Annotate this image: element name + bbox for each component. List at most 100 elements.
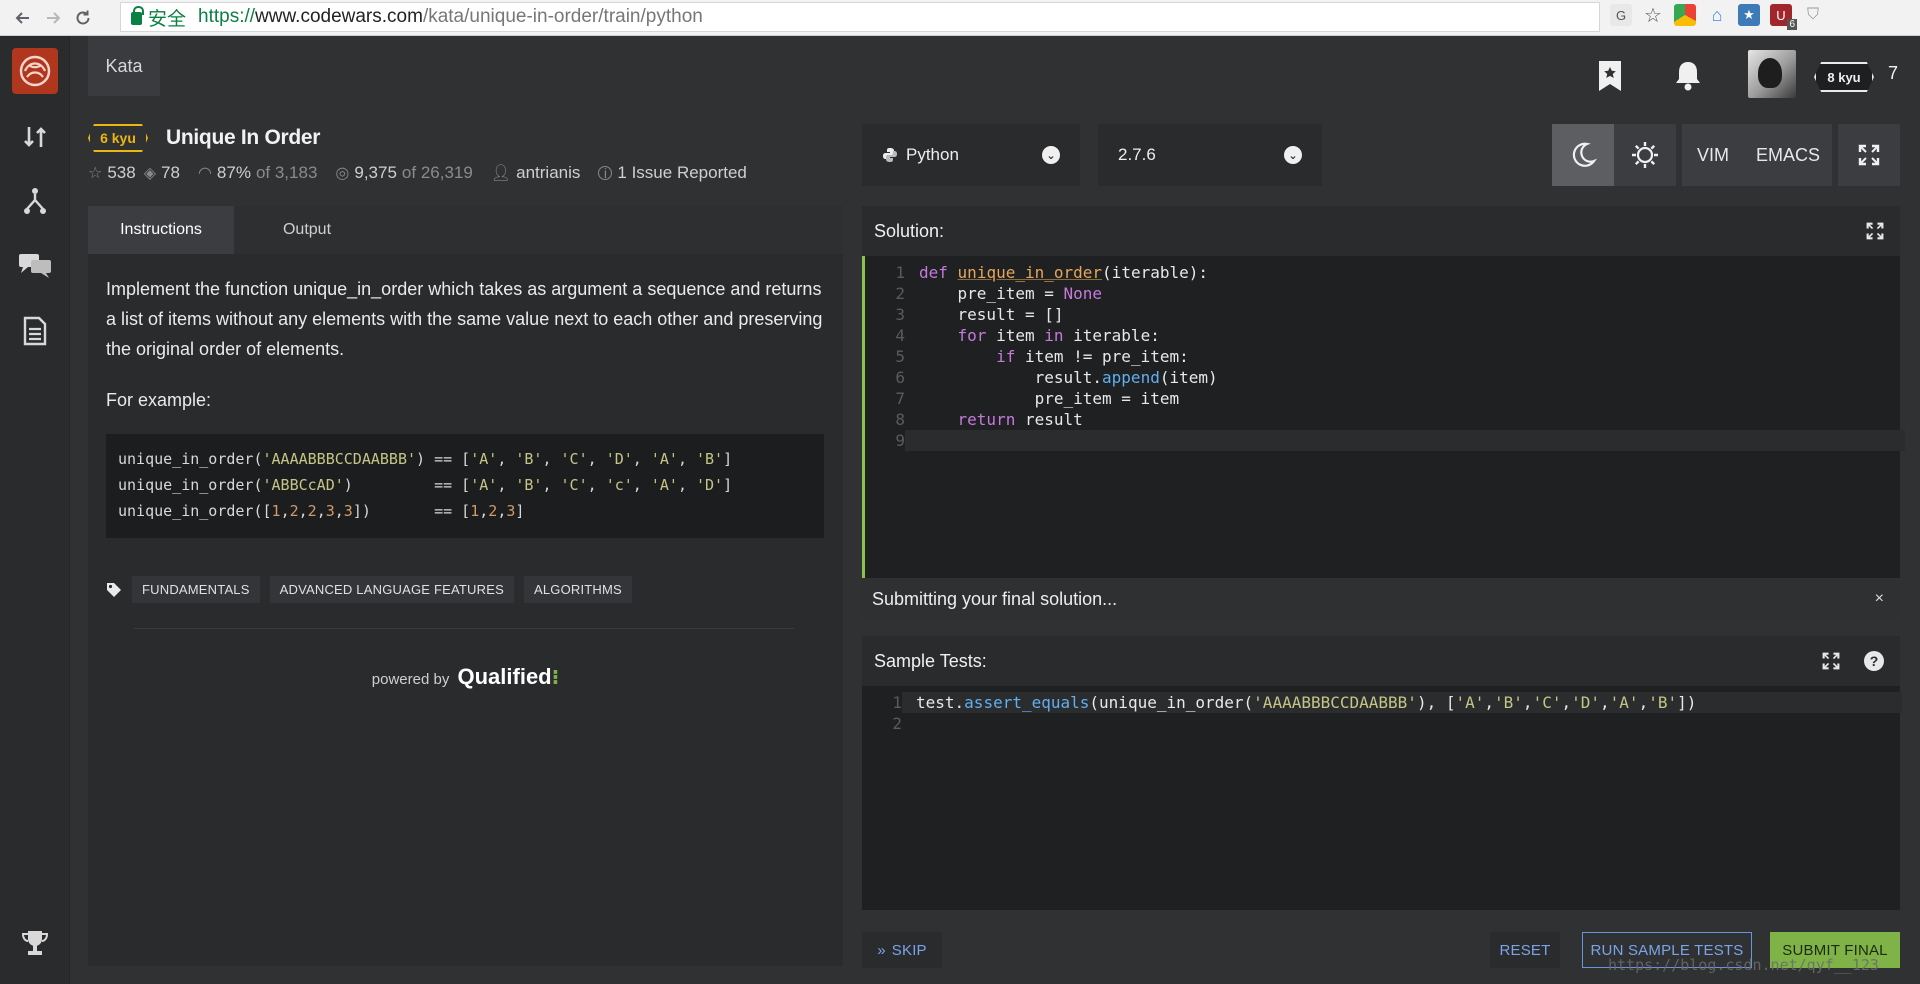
home-extension-icon[interactable]: ⌂ <box>1706 4 1728 26</box>
forward-button[interactable] <box>38 3 68 33</box>
star-icon: ☆ <box>88 165 103 182</box>
translate-icon[interactable]: G <box>1610 4 1632 26</box>
bookmark-button[interactable] <box>1590 56 1630 96</box>
star-extension-icon[interactable]: ★ <box>1738 4 1760 26</box>
url-scheme: https:// <box>198 6 256 27</box>
bookmark-star-icon[interactable]: ☆ <box>1642 4 1664 27</box>
completed-stat[interactable]: ◎ 9,375 of 26,319 <box>335 163 472 183</box>
version-select[interactable]: 2.7.6 ⌄ <box>1098 124 1322 186</box>
submit-notice-text: Submitting your final solution... <box>872 588 1118 609</box>
solution-editor[interactable]: 123456789 def unique_in_order(iterable):… <box>862 256 1905 578</box>
emacs-mode-button[interactable]: EMACS <box>1744 124 1832 186</box>
chevron-down-icon: ⌄ <box>1284 146 1302 164</box>
vim-mode-button[interactable]: VIM <box>1682 124 1744 186</box>
shield-extension-icon[interactable]: ⛉ <box>1802 4 1824 26</box>
line-numbers: 123456789 <box>895 263 905 450</box>
tag-icon <box>107 582 121 597</box>
moon-icon <box>1572 142 1597 167</box>
submit-notice: Submitting your final solution... × <box>862 580 1900 618</box>
expand-icon <box>1858 144 1880 166</box>
divider <box>134 628 794 629</box>
qualified-dots-icon: ⁝ <box>551 667 560 689</box>
bookmark-icon <box>1599 61 1621 91</box>
forward-arrow-icon <box>47 11 61 24</box>
lock-icon <box>131 6 144 25</box>
reload-button[interactable] <box>68 3 98 33</box>
codewars-logo[interactable] <box>12 48 58 94</box>
bell-icon <box>1676 62 1700 91</box>
chrome-extension-icon[interactable] <box>1674 4 1696 26</box>
expand-icon[interactable] <box>1866 222 1884 240</box>
version-label: 2.7.6 <box>1118 145 1156 164</box>
sample-tests-code[interactable]: test.assert_equals(unique_in_order('AAAA… <box>916 686 1696 713</box>
sample-tests-heading: Sample Tests: <box>874 650 987 671</box>
expand-icon[interactable] <box>1822 652 1840 670</box>
fullscreen-button[interactable] <box>1838 124 1900 186</box>
author-name: antrianis <box>516 163 581 182</box>
sample-tests-header: Sample Tests: ? <box>862 636 1900 686</box>
close-notice-icon[interactable]: × <box>1875 590 1884 608</box>
nav-kumite-button[interactable] <box>16 182 54 220</box>
target-icon: ◎ <box>335 165 350 182</box>
user-rank-label: 8 kyu <box>1827 69 1861 85</box>
user-icon: 👤︎ <box>490 165 512 182</box>
example-code-block: unique_in_order('AAAABBBCCDAABBB') == ['… <box>106 434 824 538</box>
satisfaction-stat[interactable]: ◠ 87% of 3,183 <box>198 163 317 183</box>
stars-stat[interactable]: ☆ 538 <box>88 163 136 183</box>
author-stat[interactable]: 👤︎ antrianis <box>491 163 581 183</box>
qualified-brand: Qualified <box>457 664 552 689</box>
reset-button[interactable]: RESET <box>1490 932 1560 968</box>
nav-docs-button[interactable] <box>16 312 54 350</box>
solution-code[interactable]: def unique_in_order(iterable): pre_item … <box>919 256 1218 430</box>
chat-bubbles-icon <box>19 254 51 278</box>
trophy-icon <box>21 931 49 955</box>
extension-badge: 6 <box>1787 19 1797 30</box>
sample-tests-editor[interactable]: 12 test.assert_equals(unique_in_order('A… <box>862 686 1902 910</box>
language-select[interactable]: Python ⌄ <box>862 124 1080 186</box>
url-path: /kata/unique-in-order/train/python <box>422 6 703 27</box>
example-label: For example: <box>106 390 212 410</box>
browser-toolbar: 安全 https://www.codewars.com/kata/unique-… <box>0 0 1920 36</box>
line-numbers: 12 <box>892 693 902 733</box>
secure-label: 安全 <box>148 8 187 30</box>
issues-stat[interactable]: i1 Issue Reported <box>598 163 747 183</box>
skip-label: SKIP <box>891 941 927 959</box>
skip-button[interactable]: » SKIP <box>862 932 942 968</box>
address-bar[interactable]: 安全 https://www.codewars.com/kata/unique-… <box>120 2 1600 32</box>
completed-of: of 26,319 <box>401 163 473 182</box>
satisfaction-of: of 3,183 <box>255 163 318 182</box>
issues-label: 1 Issue Reported <box>617 163 747 182</box>
powered-by-qualified[interactable]: powered by Qualified⁝ <box>88 664 843 690</box>
help-icon[interactable]: ? <box>1864 651 1884 671</box>
kata-nav-tab[interactable]: Kata <box>88 36 160 96</box>
gauge-icon: ◠ <box>197 165 212 182</box>
tab-output[interactable]: Output <box>234 206 380 254</box>
practice-arrows-icon <box>24 127 46 147</box>
extension-bar: G ☆ ⌂ ★ U6 ⛉ <box>1610 4 1824 30</box>
dark-theme-button[interactable] <box>1552 124 1614 186</box>
watermark: https://blog.csdn.net/qyf__123 <box>1608 956 1879 974</box>
kata-title-row: 6 kyu Unique In Order <box>88 124 320 152</box>
instruction-tabs: Instructions Output <box>88 206 843 254</box>
nav-discuss-button[interactable] <box>16 246 54 284</box>
sun-icon <box>1632 142 1658 168</box>
ublock-extension-icon[interactable]: U6 <box>1770 4 1797 30</box>
avatar[interactable] <box>1748 50 1796 98</box>
nav-leaderboard-button[interactable] <box>16 924 54 962</box>
notifications-button[interactable] <box>1668 56 1708 96</box>
url-host: www.codewars.com <box>255 6 423 27</box>
reload-icon <box>76 10 90 24</box>
security-indicator[interactable]: 安全 <box>131 4 186 31</box>
avatar-figure <box>1758 58 1782 88</box>
tag-algorithms[interactable]: ALGORITHMS <box>523 576 632 603</box>
tag-advanced-language-features[interactable]: ADVANCED LANGUAGE FEATURES <box>269 576 514 603</box>
tab-instructions[interactable]: Instructions <box>88 206 234 254</box>
nav-practice-button[interactable] <box>16 118 54 156</box>
collections-stat[interactable]: ◈ 78 <box>144 163 180 183</box>
kata-kyu-badge: 6 kyu <box>88 124 148 152</box>
tag-fundamentals[interactable]: FUNDAMENTALS <box>132 576 260 603</box>
light-theme-button[interactable] <box>1614 124 1676 186</box>
back-button[interactable] <box>8 3 38 33</box>
honor-count: 7 <box>1888 63 1899 83</box>
user-rank-badge[interactable]: 8 kyu <box>1814 62 1874 92</box>
